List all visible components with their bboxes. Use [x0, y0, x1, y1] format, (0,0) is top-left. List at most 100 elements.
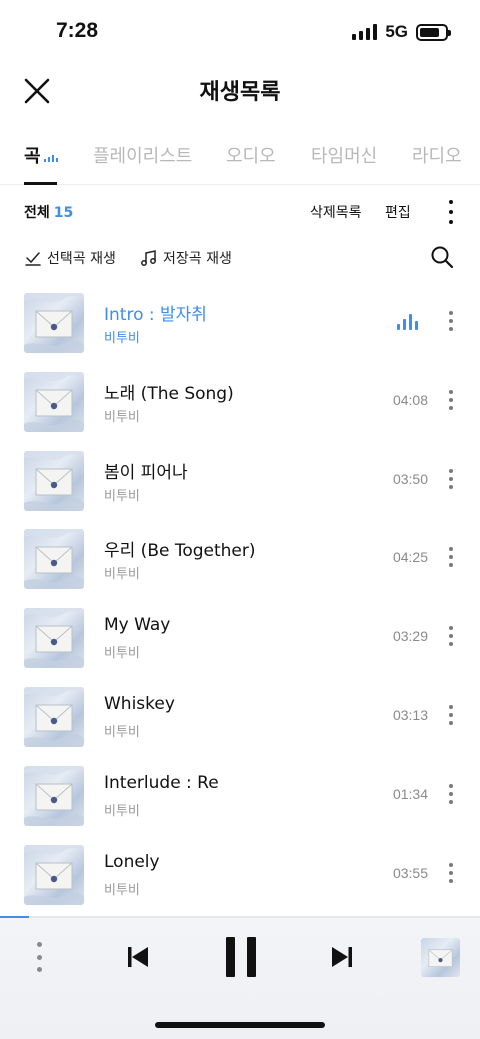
progress-bar[interactable] [0, 916, 480, 918]
play-saved-button[interactable]: 저장곡 재생 [140, 248, 232, 268]
equalizer-icon [43, 153, 58, 162]
music-note-icon [141, 250, 156, 266]
song-row[interactable]: 봄이 피어나비투비 03:50 [0, 444, 480, 523]
total-count-label: 전체 15 [24, 202, 73, 222]
play-selected-label: 선택곡 재생 [47, 251, 116, 267]
album-art-image [24, 765, 84, 826]
album-art-image [24, 608, 84, 669]
song-duration: 03:29 [392, 628, 428, 645]
total-count: 15 [53, 205, 74, 221]
song-duration: 01:34 [392, 785, 428, 802]
tab-songs-label: 곡 [24, 146, 41, 167]
song-duration: 03:50 [392, 470, 428, 487]
song-artist: 비투비 [104, 567, 140, 583]
song-more-icon[interactable] [446, 783, 456, 804]
album-art-image [24, 371, 84, 432]
song-more-icon[interactable] [446, 626, 456, 647]
song-title: Whiskey [104, 693, 175, 714]
previous-button[interactable] [126, 945, 150, 969]
song-more-icon[interactable] [446, 704, 456, 725]
delete-list-button[interactable]: 삭제목록 [310, 202, 362, 222]
tab-radio[interactable]: 라디오 [412, 142, 462, 168]
song-title: 봄이 피어나 [104, 462, 188, 483]
album-art [24, 529, 84, 590]
home-indicator [155, 1022, 325, 1028]
song-more-icon[interactable] [446, 468, 456, 489]
song-row[interactable]: 우리 (Be Together) 비투비 04:25 [0, 522, 480, 601]
song-artist: 비투비 [104, 331, 140, 346]
tab-playlist[interactable]: 플레이리스트 [93, 142, 192, 168]
song-title: My Way [104, 615, 171, 636]
song-more-icon[interactable] [446, 862, 456, 883]
song-row[interactable]: Interlude : Re 비투비 01:34 [0, 759, 480, 838]
song-row[interactable]: Whiskey 비투비 03:13 [0, 680, 480, 759]
search-icon [431, 246, 454, 269]
song-row[interactable]: Lonely 비투비 03:55 [0, 838, 480, 917]
actions-row: 선택곡 재생 저장곡 재생 [0, 245, 480, 273]
album-art-image [24, 686, 84, 747]
pause-icon [226, 937, 256, 977]
song-artist: 비투비 [104, 724, 140, 740]
song-artist: 비투비 [104, 882, 140, 898]
song-more-icon[interactable] [446, 547, 456, 568]
tab-active-indicator [24, 182, 57, 185]
song-duration: 04:25 [392, 549, 428, 566]
song-title: 노래 (The Song) [104, 383, 234, 404]
play-saved-label: 저장곡 재생 [163, 251, 232, 267]
song-artist: 비투비 [104, 488, 140, 504]
song-duration: 04:08 [392, 391, 428, 408]
skip-previous-icon [128, 947, 148, 967]
album-art [24, 608, 84, 669]
song-artist: 비투비 [104, 409, 140, 425]
song-title: Intro : 발자취 [104, 305, 207, 325]
check-play-icon [25, 252, 41, 266]
now-playing-icon [397, 314, 418, 330]
header: 재생목록 [0, 62, 480, 120]
song-title: 우리 (Be Together) [104, 541, 256, 562]
mini-player [0, 916, 480, 1039]
album-art-image [24, 450, 84, 511]
tab-songs[interactable]: 곡 [24, 142, 58, 168]
album-art [24, 450, 84, 511]
song-duration: 03:55 [392, 864, 428, 881]
song-more-icon[interactable] [446, 311, 456, 331]
album-art [24, 371, 84, 432]
album-art [24, 686, 84, 747]
skip-next-icon [332, 947, 352, 967]
song-row[interactable]: 노래 (The Song) 비투비 04:08 [0, 365, 480, 444]
status-time: 7:28 [56, 19, 99, 42]
song-more-icon[interactable] [446, 389, 456, 410]
search-button[interactable] [430, 245, 454, 269]
tab-timemachine[interactable]: 타임머신 [311, 142, 377, 168]
song-list: Intro : 발자취 비투비 노래 (The Song) 비투비 04:08 봄이 피어… [0, 286, 480, 916]
page-title: 재생목록 [199, 80, 281, 105]
total-label: 전체 [24, 205, 50, 221]
album-art-image [428, 949, 453, 967]
status-indicators: 5G [352, 22, 451, 42]
edit-button[interactable]: 편집 [385, 202, 411, 222]
status-bar: 7:28 5G [0, 0, 480, 62]
album-art [24, 765, 84, 826]
progress-fill [0, 916, 29, 918]
album-art-image [24, 529, 84, 590]
list-toolbar: 전체 15 삭제목록 편집 [0, 198, 480, 226]
network-label: 5G [385, 22, 408, 41]
more-options-icon[interactable] [446, 200, 456, 224]
pause-button[interactable] [224, 936, 258, 978]
play-selected-button[interactable]: 선택곡 재생 [24, 248, 116, 268]
album-art [24, 844, 84, 905]
song-row[interactable]: Intro : 발자취비투비 [0, 286, 480, 365]
player-menu-icon[interactable] [34, 942, 44, 972]
tab-audio[interactable]: 오디오 [226, 142, 276, 168]
song-artist: 비투비 [104, 646, 140, 662]
album-art-image [24, 293, 84, 353]
song-artist: 비투비 [104, 803, 140, 819]
next-button[interactable] [330, 945, 354, 969]
song-duration: 03:13 [392, 706, 428, 723]
signal-icon [352, 24, 378, 40]
song-row[interactable]: My Way 비투비 03:29 [0, 601, 480, 680]
album-art-image [24, 844, 84, 905]
now-playing-album-art[interactable] [421, 938, 460, 977]
album-art [24, 293, 84, 353]
song-title: Interlude : Re [104, 772, 219, 793]
